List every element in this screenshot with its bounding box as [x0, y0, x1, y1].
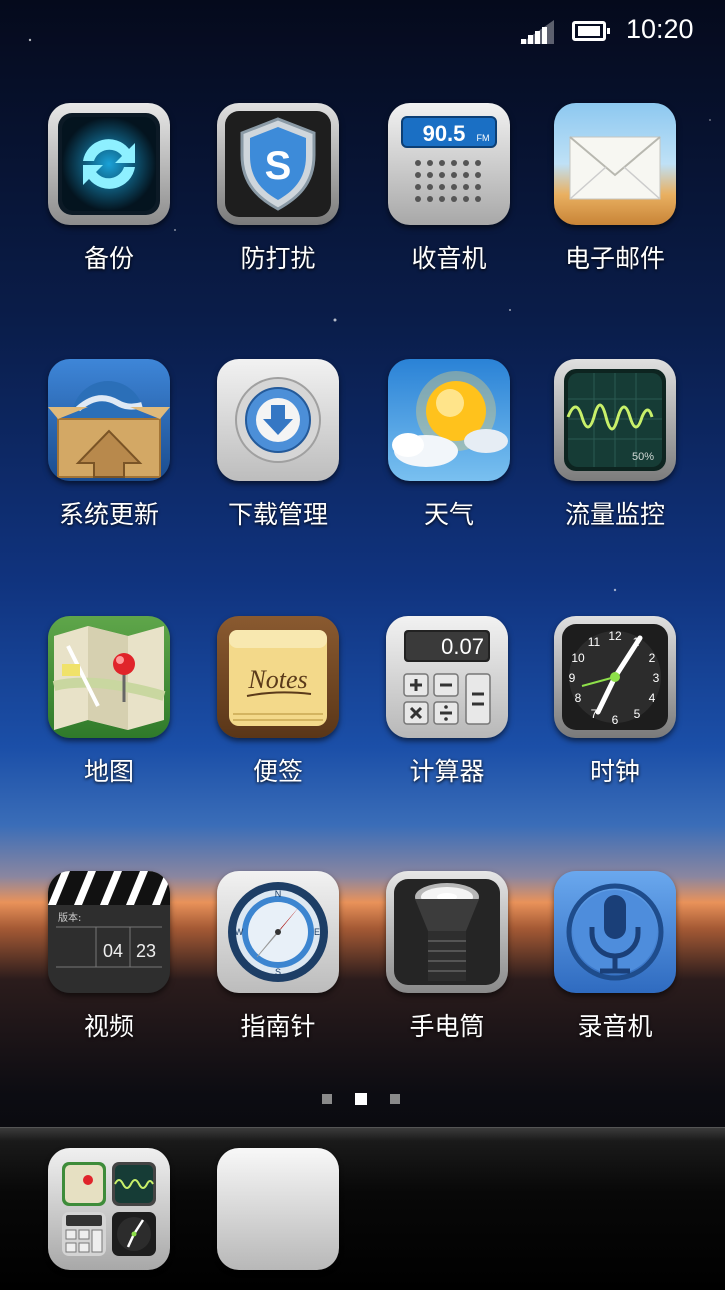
- svg-text:S: S: [275, 967, 281, 977]
- calculator-display: 0.07: [441, 634, 484, 659]
- app-system-update[interactable]: 系统更新: [34, 359, 184, 531]
- compass-icon: N S W E: [217, 871, 339, 993]
- shield-icon: S: [217, 103, 339, 225]
- clapper-board-text: 版本:: [58, 911, 81, 924]
- svg-text:W: W: [235, 927, 244, 937]
- video-clapper-icon: 版本: 04 23: [48, 871, 170, 993]
- app-label: 计算器: [409, 757, 485, 786]
- app-label: 天气: [423, 500, 474, 529]
- app-clock[interactable]: 12123 4567 891011 时钟: [540, 616, 690, 788]
- svg-text:12: 12: [608, 629, 622, 643]
- app-weather[interactable]: 天气: [374, 359, 524, 531]
- folder-icon[interactable]: [48, 1148, 170, 1270]
- page-dot-current[interactable]: [355, 1093, 367, 1105]
- radio-icon: 90.5 FM: [388, 103, 510, 225]
- dock: [0, 1127, 725, 1290]
- app-label: 收音机: [411, 244, 487, 273]
- empty-slot-icon[interactable]: [217, 1148, 339, 1270]
- app-label: 时钟: [589, 757, 640, 786]
- svg-text:2: 2: [649, 651, 656, 665]
- page-indicator: [0, 1093, 725, 1106]
- app-calculator[interactable]: 0.07 计算器: [372, 616, 522, 788]
- app-radio[interactable]: 90.5 FM 收音机: [374, 103, 524, 275]
- system-update-icon: [48, 359, 170, 481]
- app-compass[interactable]: N S W E 指南针: [203, 871, 353, 1043]
- download-icon: [217, 359, 339, 481]
- app-shield[interactable]: S 防打扰: [203, 103, 353, 275]
- app-video[interactable]: 版本: 04 23 视频: [34, 871, 184, 1043]
- app-flashlight[interactable]: 手电筒: [372, 871, 522, 1043]
- clock-icon: 12123 4567 891011: [554, 616, 676, 738]
- svg-text:N: N: [275, 889, 282, 899]
- mail-icon: [554, 103, 676, 225]
- status-time: 10:20: [626, 14, 694, 44]
- traffic-percent: 50%: [632, 451, 654, 463]
- app-mail[interactable]: 电子邮件: [540, 103, 690, 275]
- svg-text:11: 11: [588, 635, 601, 649]
- svg-text:10: 10: [571, 651, 585, 665]
- weather-icon: [388, 359, 510, 481]
- app-label: 流量监控: [564, 500, 665, 529]
- svg-text:3: 3: [653, 671, 660, 685]
- radio-frequency: 90.5: [423, 121, 466, 146]
- app-label: 系统更新: [58, 500, 159, 529]
- svg-text:9: 9: [569, 671, 576, 685]
- app-map[interactable]: 地图: [34, 616, 184, 788]
- svg-text:E: E: [314, 927, 320, 937]
- map-icon: [48, 616, 170, 738]
- microphone-icon: [554, 871, 676, 993]
- app-backup[interactable]: 备份: [34, 103, 184, 275]
- app-label: 电子邮件: [564, 244, 665, 273]
- app-label: 录音机: [577, 1012, 653, 1041]
- app-download[interactable]: 下载管理: [203, 359, 353, 531]
- flashlight-icon: [386, 871, 508, 993]
- app-label: 下载管理: [227, 500, 328, 529]
- notes-icon: Notes: [217, 616, 339, 738]
- app-label: 视频: [83, 1012, 134, 1041]
- app-label: 指南针: [240, 1012, 316, 1041]
- battery-icon: [572, 21, 610, 41]
- clapper-digits-2: 23: [136, 941, 156, 961]
- app-label: 备份: [83, 244, 134, 273]
- app-label: 地图: [83, 757, 134, 786]
- svg-text:8: 8: [575, 691, 582, 705]
- svg-text:4: 4: [649, 691, 656, 705]
- calculator-icon: 0.07: [386, 616, 508, 738]
- traffic-monitor-icon: 50%: [554, 359, 676, 481]
- svg-text:6: 6: [612, 713, 619, 727]
- status-bar: 10:20: [0, 0, 725, 64]
- notes-text: Notes: [247, 665, 307, 694]
- backup-icon: [48, 103, 170, 225]
- signal-icon: [520, 20, 554, 44]
- radio-band: FM: [477, 133, 490, 143]
- app-traffic-monitor[interactable]: 50% 流量监控: [540, 359, 690, 531]
- page-dot[interactable]: [322, 1094, 332, 1104]
- svg-text:5: 5: [634, 707, 641, 721]
- svg-text:S: S: [265, 144, 292, 188]
- app-label: 便签: [252, 757, 303, 786]
- page-dot[interactable]: [390, 1094, 400, 1104]
- clapper-digits-1: 04: [103, 941, 123, 961]
- app-recorder[interactable]: 录音机: [540, 871, 690, 1043]
- app-notes[interactable]: Notes 便签: [203, 616, 353, 788]
- app-label: 手电筒: [409, 1012, 485, 1041]
- app-label: 防打扰: [240, 244, 316, 273]
